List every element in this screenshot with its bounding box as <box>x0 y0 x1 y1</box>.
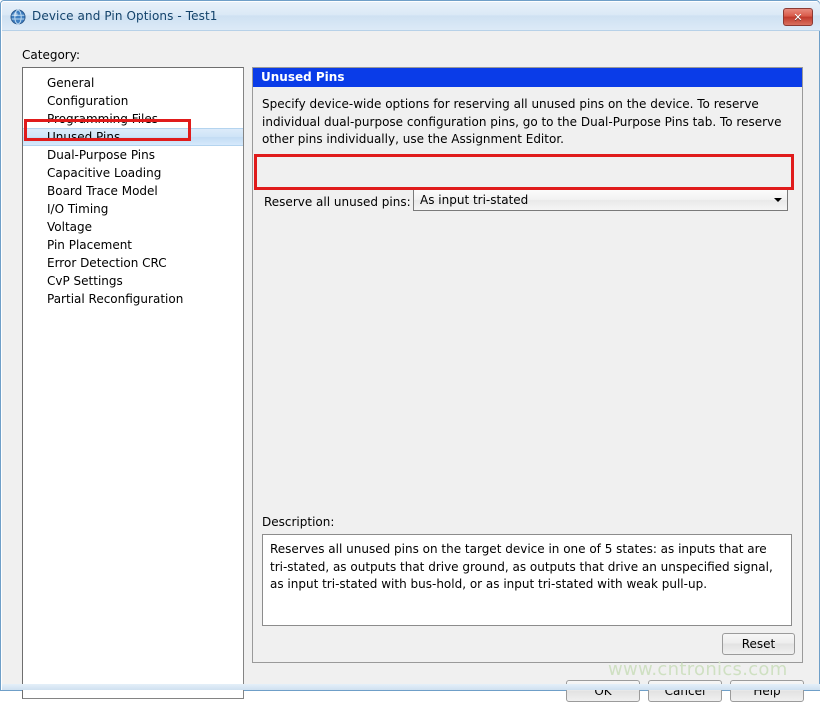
category-item-general[interactable]: General <box>23 74 243 92</box>
category-list[interactable]: General Configuration Programming Files … <box>22 67 244 699</box>
category-item-label: CvP Settings <box>47 274 123 288</box>
reset-button[interactable]: Reset <box>722 633 795 655</box>
category-item-label: Board Trace Model <box>47 184 158 198</box>
category-item-label: Voltage <box>47 220 92 234</box>
category-item-unused-pins[interactable]: Unused Pins <box>23 128 243 146</box>
category-label: Category: <box>22 48 80 62</box>
category-item-error-detection-crc[interactable]: Error Detection CRC <box>23 254 243 272</box>
category-item-label: Programming Files <box>47 112 158 126</box>
chevron-down-icon[interactable] <box>769 191 786 209</box>
category-item-cvp-settings[interactable]: CvP Settings <box>23 272 243 290</box>
dialog-window: Device and Pin Options - Test1 ✕ Categor… <box>0 0 820 691</box>
category-item-capacitive-loading[interactable]: Capacitive Loading <box>23 164 243 182</box>
category-item-label: Partial Reconfiguration <box>47 292 183 306</box>
category-item-label: Configuration <box>47 94 128 108</box>
dialog-client-area: Category: General Configuration Programm… <box>3 31 819 690</box>
dropdown-selected-value: As input tri-stated <box>420 193 528 207</box>
category-item-io-timing[interactable]: I/O Timing <box>23 200 243 218</box>
category-item-label: Pin Placement <box>47 238 132 252</box>
device-globe-icon <box>10 9 26 25</box>
category-item-label: Unused Pins <box>47 130 120 144</box>
category-item-label: General <box>47 76 94 90</box>
category-item-label: Error Detection CRC <box>47 256 167 270</box>
panel-description-text: Specify device-wide options for reservin… <box>262 96 792 149</box>
category-item-label: I/O Timing <box>47 202 108 216</box>
window-title: Device and Pin Options - Test1 <box>32 9 218 23</box>
category-item-label: Capacitive Loading <box>47 166 161 180</box>
description-label: Description: <box>262 515 334 529</box>
category-item-label: Dual-Purpose Pins <box>47 148 155 162</box>
category-item-board-trace-model[interactable]: Board Trace Model <box>23 182 243 200</box>
unused-pins-panel: Unused Pins Specify device-wide options … <box>252 67 803 663</box>
description-textbox: Reserves all unused pins on the target d… <box>262 534 792 626</box>
panel-header-title: Unused Pins <box>253 68 802 87</box>
reserve-all-unused-pins-dropdown[interactable]: As input tri-stated <box>413 189 788 211</box>
reset-button-label: Reset <box>742 637 776 651</box>
category-item-pin-placement[interactable]: Pin Placement <box>23 236 243 254</box>
window-bottom-strip <box>2 684 820 690</box>
reserve-all-unused-pins-row: Reserve all unused pins: As input tri-st… <box>259 187 796 217</box>
category-item-configuration[interactable]: Configuration <box>23 92 243 110</box>
category-item-programming-files[interactable]: Programming Files <box>23 110 243 128</box>
category-item-dual-purpose-pins[interactable]: Dual-Purpose Pins <box>23 146 243 164</box>
close-button[interactable]: ✕ <box>783 8 813 26</box>
category-item-partial-reconfiguration[interactable]: Partial Reconfiguration <box>23 290 243 308</box>
category-item-voltage[interactable]: Voltage <box>23 218 243 236</box>
title-bar: Device and Pin Options - Test1 ✕ <box>2 2 820 31</box>
reserve-all-unused-pins-label: Reserve all unused pins: <box>264 195 411 209</box>
close-icon: ✕ <box>784 9 812 25</box>
